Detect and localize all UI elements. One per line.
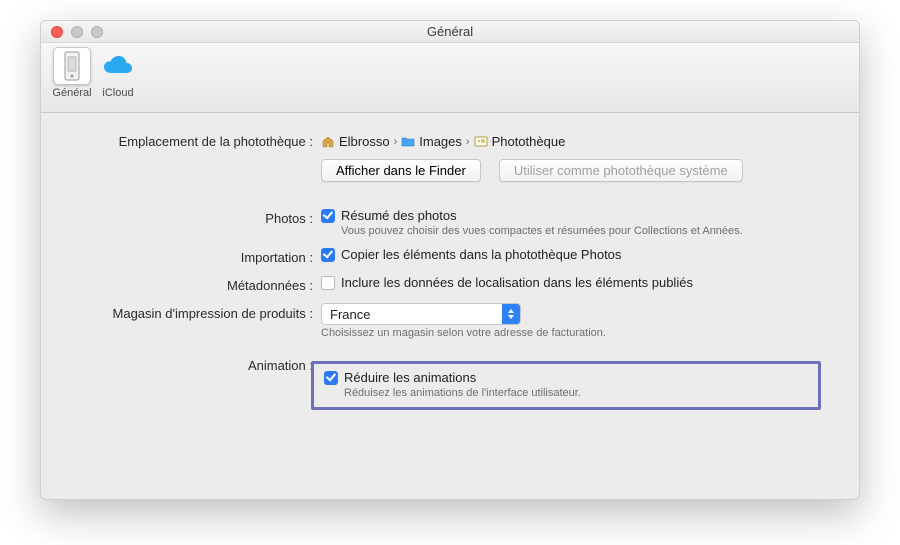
reduce-animations-hint: Réduisez les animations de l'interface u…: [344, 387, 808, 399]
zoom-button[interactable]: [91, 26, 103, 38]
home-folder-icon: [321, 136, 335, 148]
library-path: Elbrosso › Images › Photothèque: [321, 131, 839, 149]
animation-label: Animation :: [61, 347, 321, 373]
metadata-label: Métadonnées :: [61, 275, 321, 293]
print-store-value: France: [330, 307, 370, 322]
window-controls: [41, 26, 103, 38]
include-location-checkbox[interactable]: [321, 276, 335, 290]
select-arrows-icon: [502, 304, 520, 324]
window-title: Général: [41, 24, 859, 39]
tab-general[interactable]: Général: [49, 47, 95, 99]
reduce-animations-checkbox[interactable]: [324, 371, 338, 385]
library-location-row: Emplacement de la photothèque : Elbrosso…: [61, 131, 839, 200]
tab-icloud-label: iCloud: [95, 87, 141, 99]
show-in-finder-button[interactable]: Afficher dans le Finder: [321, 159, 481, 182]
general-icon: [53, 47, 91, 85]
content: Emplacement de la photothèque : Elbrosso…: [41, 113, 859, 410]
path-seg-1: Images: [419, 134, 462, 149]
print-store-hint: Choisissez un magasin selon votre adress…: [321, 327, 839, 339]
include-location-label: Inclure les données de localisation dans…: [341, 275, 693, 290]
preferences-window: Général Général iCloud Emplacement: [40, 20, 860, 500]
summary-checkbox[interactable]: [321, 209, 335, 223]
toolbar: Général iCloud: [41, 43, 859, 113]
copy-to-library-label: Copier les éléments dans la photothèque …: [341, 247, 621, 262]
icloud-icon: [99, 47, 137, 85]
copy-to-library-checkbox[interactable]: [321, 248, 335, 262]
animation-row: Animation : Réduire les animations Rédui…: [61, 347, 839, 410]
tab-icloud[interactable]: iCloud: [95, 47, 141, 99]
photos-row: Photos : Résumé des photos Vous pouvez c…: [61, 208, 839, 237]
print-store-label: Magasin d'impression de produits :: [61, 303, 321, 321]
chevron-right-icon: ›: [394, 136, 398, 148]
animation-highlight: Réduire les animations Réduisez les anim…: [311, 361, 821, 410]
close-button[interactable]: [51, 26, 63, 38]
summary-checkbox-label: Résumé des photos: [341, 208, 457, 223]
titlebar: Général: [41, 21, 859, 43]
library-location-label: Emplacement de la photothèque :: [61, 131, 321, 149]
photos-label: Photos :: [61, 208, 321, 226]
chevron-right-icon: ›: [466, 136, 470, 148]
tab-general-label: Général: [49, 87, 95, 99]
use-system-library-button[interactable]: Utiliser comme photothèque système: [499, 159, 743, 182]
path-seg-0: Elbrosso: [339, 134, 390, 149]
print-store-select[interactable]: France: [321, 303, 521, 325]
summary-hint: Vous pouvez choisir des vues compactes e…: [341, 225, 839, 237]
reduce-animations-label: Réduire les animations: [344, 370, 476, 385]
import-label: Importation :: [61, 247, 321, 265]
print-store-row: Magasin d'impression de produits : Franc…: [61, 303, 839, 339]
path-seg-2: Photothèque: [492, 134, 566, 149]
folder-icon: [401, 136, 415, 147]
metadata-row: Métadonnées : Inclure les données de loc…: [61, 275, 839, 293]
library-icon: [474, 136, 488, 147]
minimize-button[interactable]: [71, 26, 83, 38]
import-row: Importation : Copier les éléments dans l…: [61, 247, 839, 265]
